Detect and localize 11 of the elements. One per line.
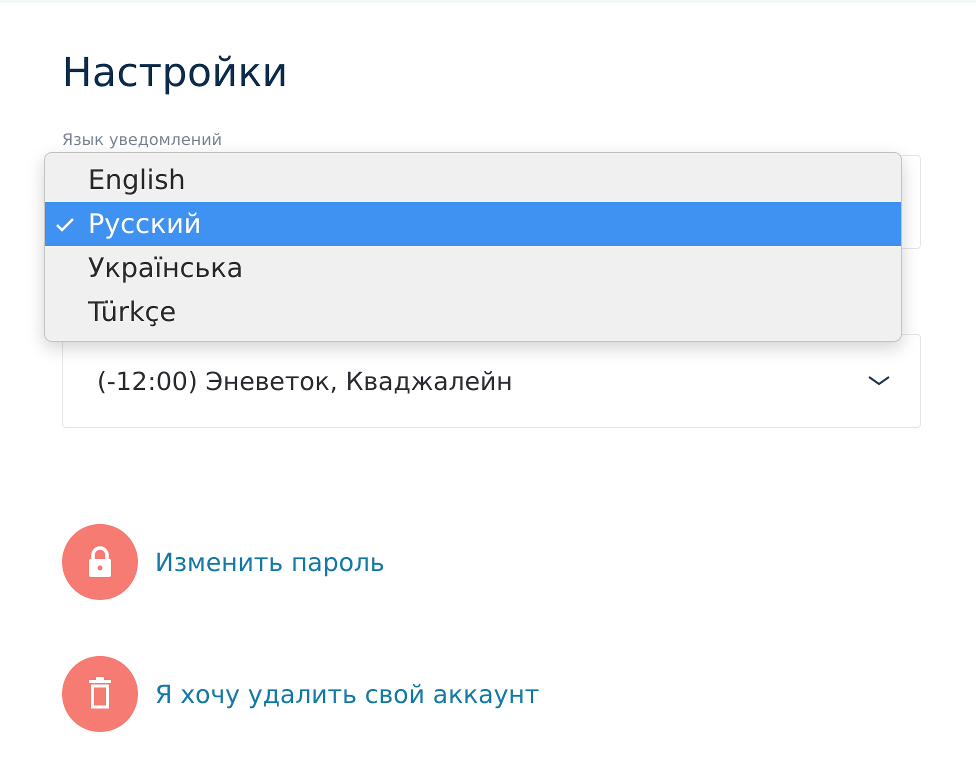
action-link[interactable]: Изменить пароль [155, 548, 385, 576]
menu-option[interactable]: English [45, 158, 901, 202]
menu-option[interactable]: Türkçe [45, 290, 901, 334]
page-title: Настройки [62, 49, 289, 98]
chevron-down-icon [868, 375, 890, 387]
menu-option[interactable]: Українська [45, 246, 901, 290]
timezone-select[interactable]: (-12:00) Эневеток, Кваджалейн [62, 334, 921, 428]
field-label: Язык уведомлений [62, 129, 222, 151]
select-value: (-12:00) Эневеток, Кваджалейн [97, 366, 513, 396]
action-link[interactable]: Я хочу удалить свой аккаунт [155, 680, 540, 708]
check-icon [55, 217, 75, 233]
